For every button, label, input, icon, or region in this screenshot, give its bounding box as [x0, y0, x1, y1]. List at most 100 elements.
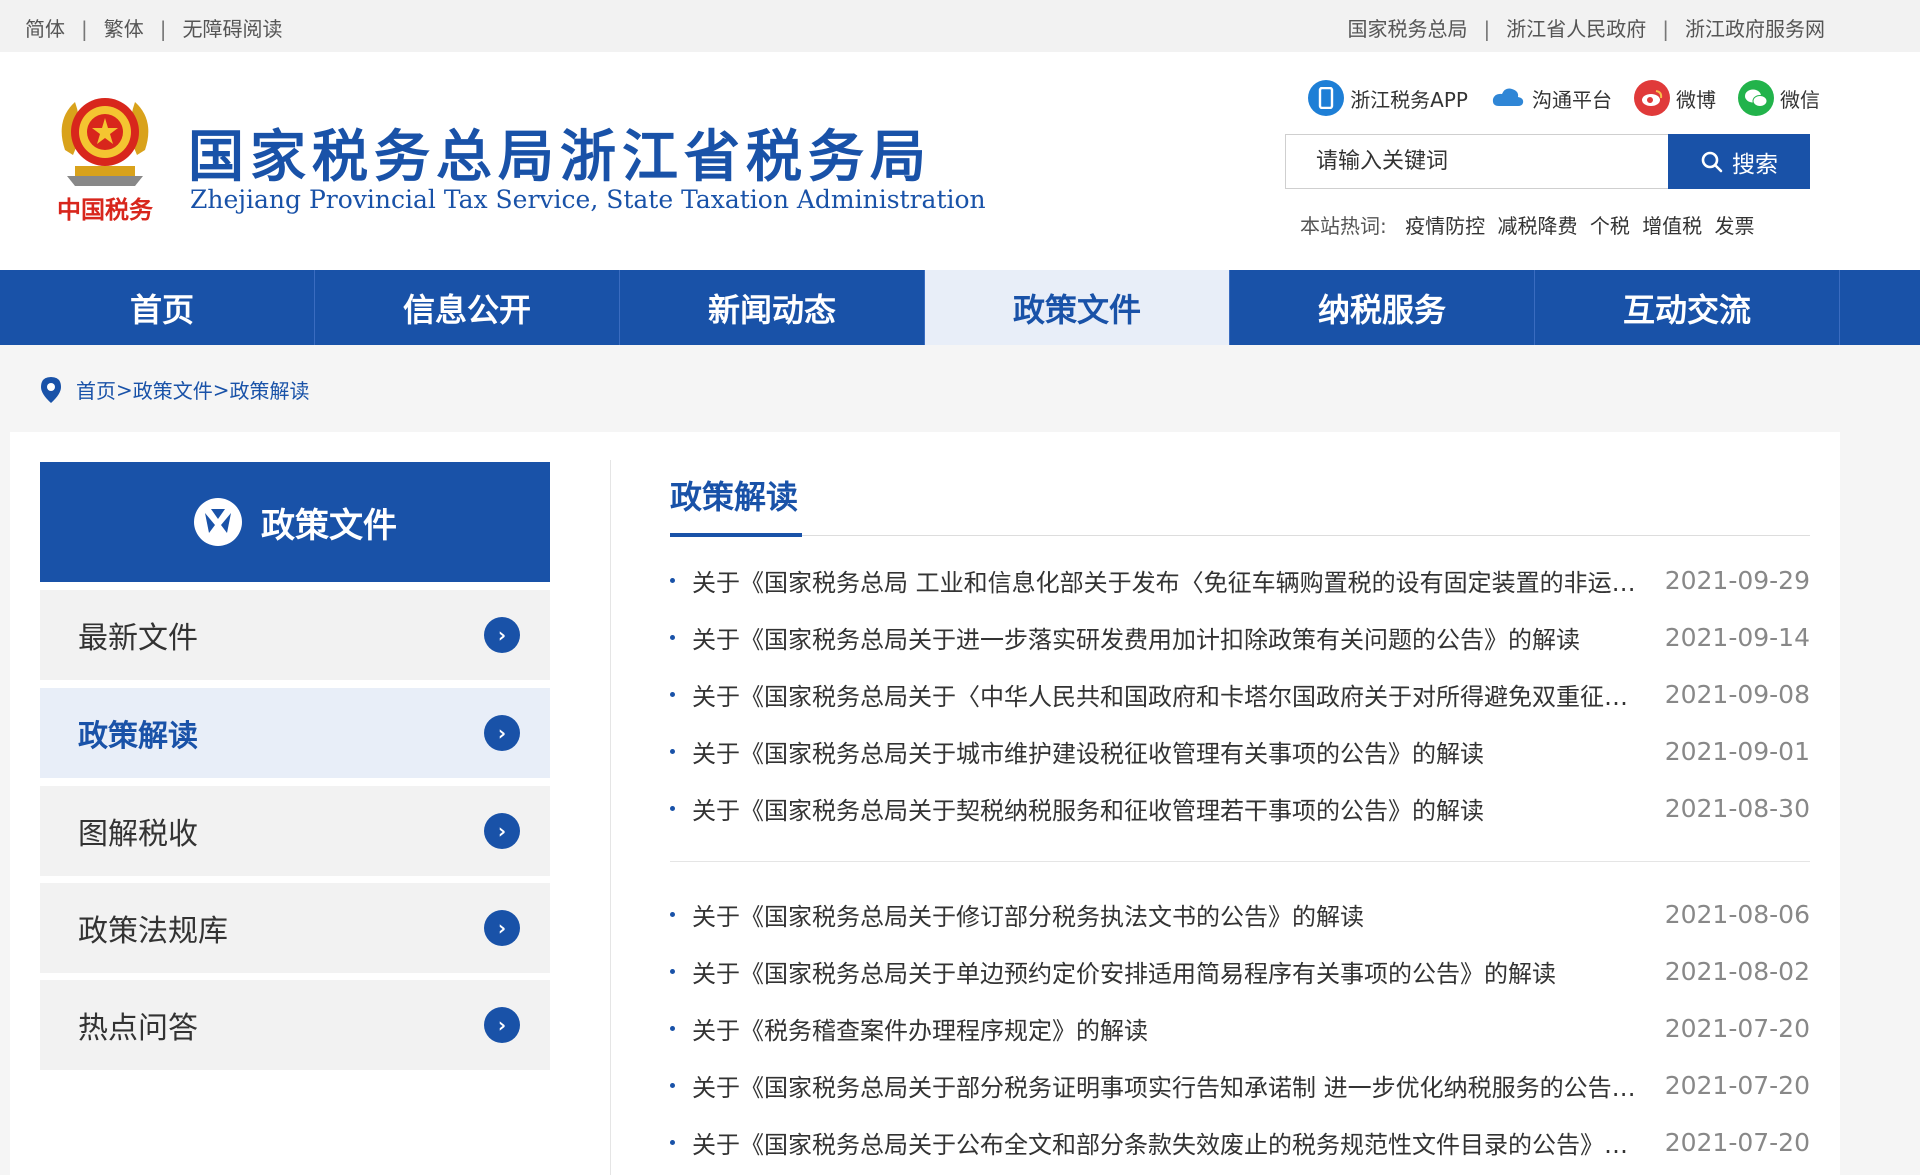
article-date: 2021-07-20	[1664, 1128, 1810, 1157]
list-item: 关于《国家税务总局关于公布全文和部分条款失效废止的税务规范性文件目录的公告》的解…	[670, 1114, 1810, 1171]
article-title[interactable]: 关于《国家税务总局关于部分税务证明事项实行告知承诺制 进一步优化纳税服务的公告》…	[692, 1068, 1665, 1103]
sidebar-item-label: 政策法规库	[78, 914, 228, 949]
article-title[interactable]: 关于《国家税务总局关于〈中华人民共和国政府和卡塔尔国政府关于对所得避免双重征税和…	[692, 677, 1665, 712]
article-date: 2021-08-30	[1664, 794, 1810, 823]
title-rule	[670, 535, 1810, 536]
sidebar-item-label: 政策解读	[78, 719, 198, 754]
content-divider	[610, 460, 611, 1175]
article-title[interactable]: 关于《国家税务总局 工业和信息化部关于发布〈免征车辆购置税的设有固定装置的非运输…	[692, 563, 1665, 598]
top-bar: 简体 | 繁体 | 无障碍阅读 国家税务总局 | 浙江省人民政府 | 浙江政府服务网	[0, 0, 1920, 52]
bullet-icon	[670, 912, 675, 917]
sidebar-title: 政策文件	[261, 505, 397, 546]
bullet-icon	[670, 692, 675, 697]
search-input[interactable]	[1285, 134, 1668, 189]
breadcrumb-home[interactable]: 首页	[76, 375, 116, 404]
bullet-icon	[670, 1026, 675, 1031]
search-icon	[1701, 151, 1723, 172]
sidebar-item-label: 最新文件	[78, 621, 198, 656]
article-title[interactable]: 关于《国家税务总局关于城市维护建设税征收管理有关事项的公告》的解读	[692, 734, 1665, 769]
article-title[interactable]: 关于《税务稽查案件办理程序规定》的解读	[692, 1011, 1665, 1046]
social-weibo[interactable]: 微博	[1634, 80, 1716, 116]
article-list-1: 关于《国家税务总局 工业和信息化部关于发布〈免征车辆购置税的设有固定装置的非运输…	[670, 552, 1810, 837]
chevron-right-icon: ›	[484, 813, 520, 849]
topbar-left-links: 简体 | 繁体 | 无障碍阅读	[25, 17, 283, 41]
bullet-icon	[670, 806, 675, 811]
breadcrumb-policy[interactable]: 政策文件	[133, 375, 213, 404]
svg-text:中国税务: 中国税务	[57, 195, 154, 224]
sidebar-item-regulations[interactable]: 政策法规库 ›	[40, 883, 550, 973]
article-title[interactable]: 关于《国家税务总局关于修订部分税务执法文书的公告》的解读	[692, 897, 1665, 932]
chevron-right-icon: ›	[484, 1007, 520, 1043]
list-item: 关于《国家税务总局关于部分税务证明事项实行告知承诺制 进一步优化纳税服务的公告》…	[670, 1057, 1810, 1114]
list-item: 关于《国家税务总局关于修订部分税务执法文书的公告》的解读 2021-08-06	[670, 886, 1810, 943]
location-pin-icon	[41, 376, 61, 403]
sidebar-item-interpretation[interactable]: 政策解读 ›	[40, 688, 550, 778]
link-accessibility[interactable]: 无障碍阅读	[183, 17, 283, 41]
nav-home[interactable]: 首页	[10, 270, 315, 345]
hot-word[interactable]: 发票	[1715, 214, 1755, 238]
social-wechat[interactable]: 微信	[1738, 80, 1820, 116]
bullet-icon	[670, 578, 675, 583]
sidebar-item-illustrated[interactable]: 图解税收 ›	[40, 786, 550, 876]
list-item: 关于《国家税务总局关于城市维护建设税征收管理有关事项的公告》的解读 2021-0…	[670, 723, 1810, 780]
hot-words-label: 本站热词:	[1300, 214, 1387, 238]
article-date: 2021-07-20	[1664, 1014, 1810, 1043]
cloud-icon	[1490, 80, 1526, 116]
sidebar-item-label: 图解税收	[78, 817, 198, 852]
nav-tax-service[interactable]: 纳税服务	[1230, 270, 1535, 345]
article-date: 2021-09-29	[1664, 566, 1810, 595]
list-item: 关于《国家税务总局关于〈中华人民共和国政府和卡塔尔国政府关于对所得避免双重征税和…	[670, 666, 1810, 723]
hot-word[interactable]: 疫情防控	[1405, 214, 1485, 238]
wechat-icon	[1738, 80, 1774, 116]
search-button-label: 搜索	[1732, 151, 1778, 178]
article-date: 2021-07-20	[1664, 1071, 1810, 1100]
social-weibo-label: 微博	[1676, 87, 1716, 112]
search-bar: 搜索	[1285, 134, 1810, 189]
link-traditional[interactable]: 繁体	[104, 17, 144, 41]
article-date: 2021-09-08	[1664, 680, 1810, 709]
breadcrumb-current[interactable]: 政策解读	[230, 375, 310, 404]
chevron-right-icon: ›	[484, 715, 520, 751]
link-simplified[interactable]: 简体	[25, 17, 65, 41]
social-platform-label: 沟通平台	[1532, 87, 1612, 112]
article-title[interactable]: 关于《国家税务总局关于契税纳税服务和征收管理若干事项的公告》的解读	[692, 791, 1665, 826]
article-date: 2021-08-06	[1664, 900, 1810, 929]
sidebar-item-label: 热点问答	[78, 1011, 198, 1046]
site-subtitle: Zhejiang Provincial Tax Service, State T…	[190, 185, 986, 214]
topbar-right-links: 国家税务总局 | 浙江省人民政府 | 浙江政府服务网	[1347, 17, 1826, 41]
site-header: 中国税务 国家税务总局浙江省税务局 Zhejiang Provincial Ta…	[0, 52, 1920, 270]
breadcrumb: 首页 > 政策文件 > 政策解读	[40, 375, 310, 404]
link-sta[interactable]: 国家税务总局	[1348, 17, 1468, 41]
nav-news[interactable]: 新闻动态	[620, 270, 925, 345]
bullet-icon	[670, 635, 675, 640]
article-date: 2021-09-14	[1664, 623, 1810, 652]
list-item: 关于《国家税务总局 工业和信息化部关于发布〈免征车辆购置税的设有固定装置的非运输…	[670, 552, 1810, 609]
social-wechat-label: 微信	[1780, 87, 1820, 112]
nav-interaction[interactable]: 互动交流	[1535, 270, 1840, 345]
article-title[interactable]: 关于《国家税务总局关于进一步落实研发费用加计扣除政策有关问题的公告》的解读	[692, 620, 1665, 655]
list-item: 关于《国家税务总局关于进一步落实研发费用加计扣除政策有关问题的公告》的解读 20…	[670, 609, 1810, 666]
social-app[interactable]: 浙江税务APP	[1308, 80, 1468, 116]
article-title[interactable]: 关于《国家税务总局关于单边预约定价安排适用简易程序有关事项的公告》的解读	[692, 954, 1665, 989]
main-nav: 首页 信息公开 新闻动态 政策文件 纳税服务 互动交流	[0, 270, 1920, 345]
national-tax-emblem-icon[interactable]: 中国税务	[45, 80, 165, 230]
link-zj-service[interactable]: 浙江政府服务网	[1685, 17, 1825, 41]
hot-word[interactable]: 减税降费	[1497, 214, 1577, 238]
weibo-icon	[1634, 80, 1670, 116]
sidebar-item-faq[interactable]: 热点问答 ›	[40, 980, 550, 1070]
nav-info-disclosure[interactable]: 信息公开	[315, 270, 620, 345]
list-item: 关于《国家税务总局关于契税纳税服务和征收管理若干事项的公告》的解读 2021-0…	[670, 780, 1810, 837]
site-title: 国家税务总局浙江省税务局	[188, 125, 932, 190]
nav-policy-documents[interactable]: 政策文件	[925, 270, 1230, 345]
article-date: 2021-08-02	[1664, 957, 1810, 986]
search-button[interactable]: 搜索	[1668, 134, 1810, 189]
social-platform[interactable]: 沟通平台	[1490, 80, 1612, 116]
list-item: 关于《税务稽查案件办理程序规定》的解读 2021-07-20	[670, 1000, 1810, 1057]
sidebar-item-latest[interactable]: 最新文件 ›	[40, 590, 550, 680]
hot-word[interactable]: 个税	[1590, 214, 1630, 238]
article-title[interactable]: 关于《国家税务总局关于公布全文和部分条款失效废止的税务规范性文件目录的公告》的解…	[692, 1125, 1665, 1160]
link-zj-gov[interactable]: 浙江省人民政府	[1506, 17, 1646, 41]
hot-word[interactable]: 增值税	[1642, 214, 1702, 238]
article-list-2: 关于《国家税务总局关于修订部分税务执法文书的公告》的解读 2021-08-06 …	[670, 886, 1810, 1171]
social-links: 浙江税务APP 沟通平台 微博 微信	[1308, 80, 1820, 116]
